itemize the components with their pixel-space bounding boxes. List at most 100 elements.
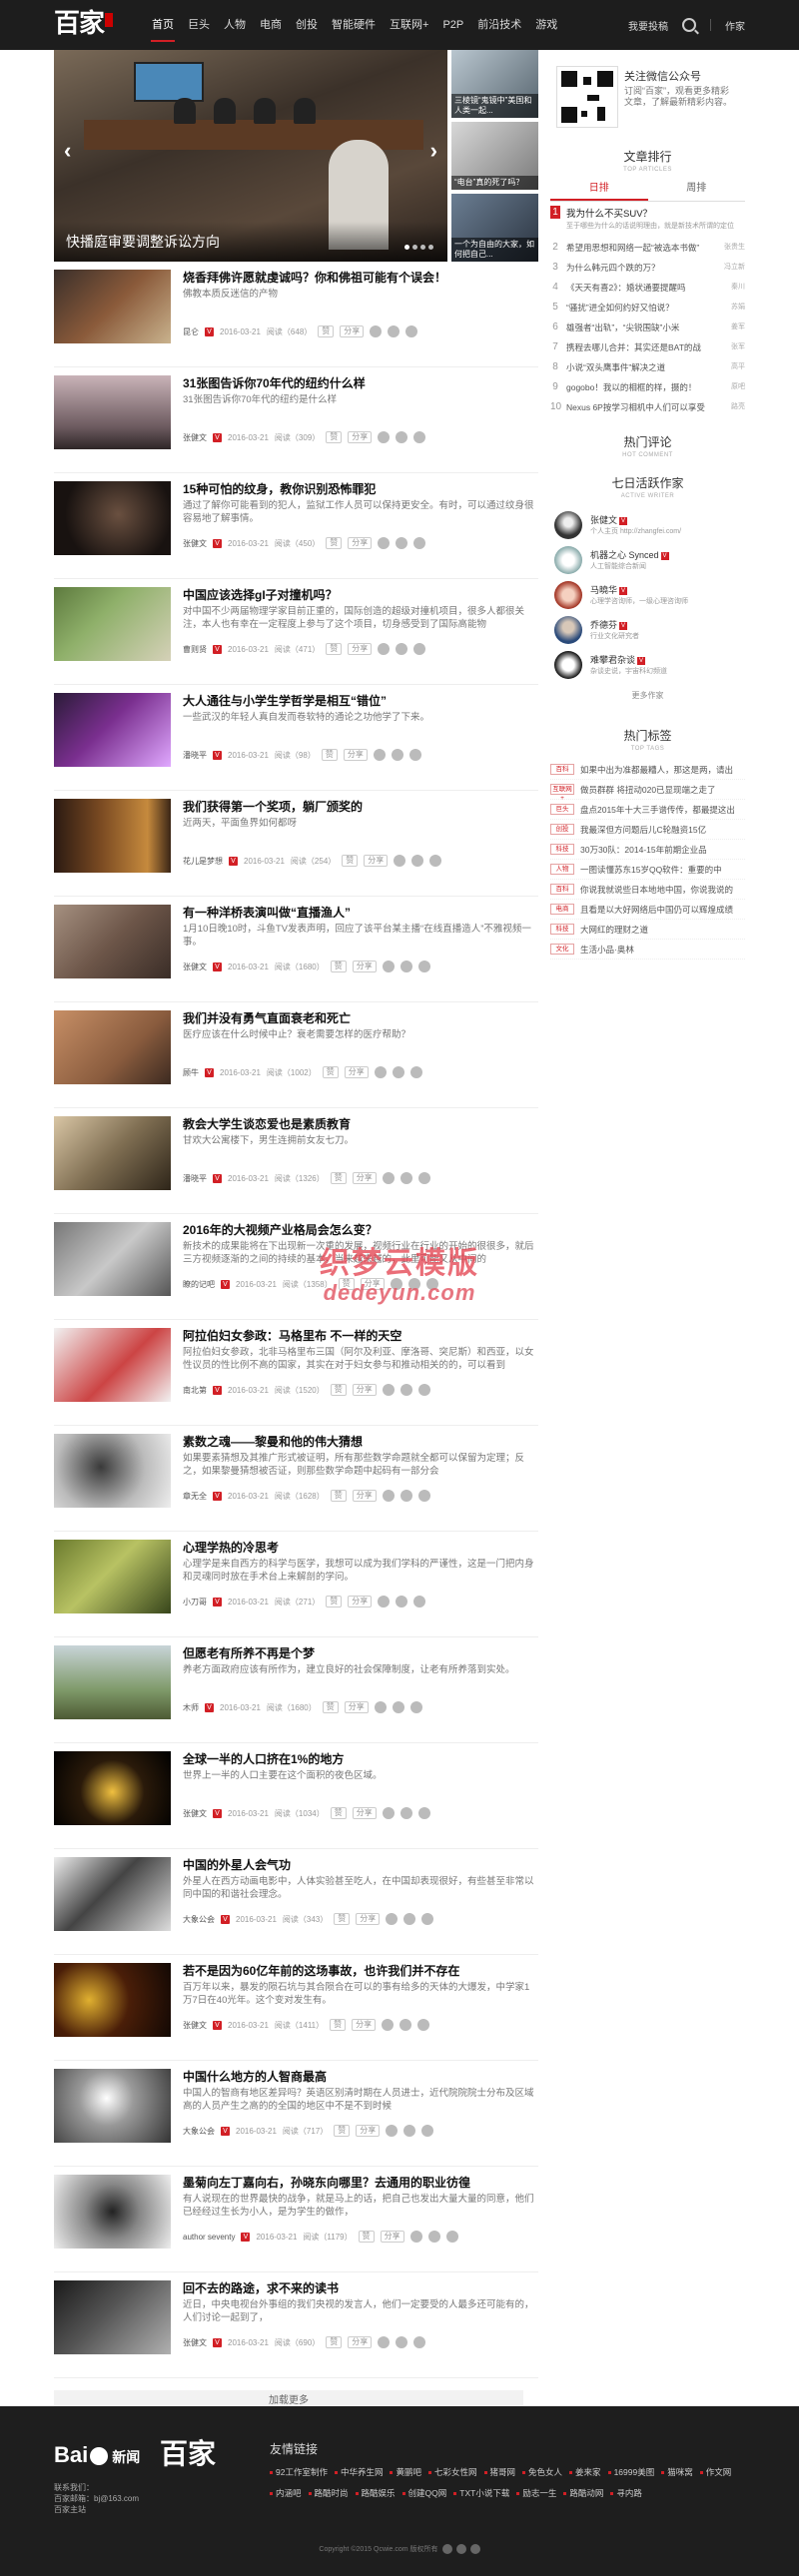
slider-dot[interactable] <box>420 245 425 250</box>
tag-label[interactable]: 电商 <box>550 904 574 915</box>
tag-text[interactable]: 如果中出为准都最糟人，那这是两，请出 <box>580 764 733 776</box>
avatar[interactable] <box>554 546 582 574</box>
share-button[interactable]: 分享 <box>352 1172 377 1184</box>
wechat-share-icon[interactable] <box>396 537 408 549</box>
nav-item[interactable]: P2P <box>435 0 470 50</box>
qq-share-icon[interactable] <box>417 961 430 972</box>
avatar[interactable] <box>554 616 582 644</box>
weibo-share-icon[interactable] <box>374 1701 387 1713</box>
article-title[interactable]: 中国应该选择gI子对撞机吗？ <box>183 587 538 603</box>
qq-share-icon[interactable] <box>417 1172 430 1184</box>
article-title[interactable]: 但愿老有所养不再是个梦 <box>183 1645 538 1661</box>
tab-daily[interactable]: 日排 <box>550 179 648 201</box>
article-author[interactable]: 潘晓平 <box>183 750 207 761</box>
rank-title[interactable]: 携程去哪儿合并：其实还是BAT的战 <box>566 341 725 353</box>
search-icon[interactable] <box>682 18 696 32</box>
like-button[interactable]: 赞 <box>321 749 338 761</box>
rank-title[interactable]: 希望用思想和网络一起“被选本书做” <box>566 242 718 254</box>
nav-item[interactable]: 创投 <box>289 0 325 50</box>
like-button[interactable]: 赞 <box>330 2019 347 2031</box>
qq-share-icon[interactable] <box>413 643 426 655</box>
wechat-share-icon[interactable] <box>403 2125 416 2137</box>
qq-share-icon[interactable] <box>405 325 418 337</box>
qq-share-icon[interactable] <box>429 855 442 867</box>
slider-dot[interactable] <box>428 245 433 250</box>
article-thumbnail[interactable] <box>54 1222 171 1296</box>
weibo-share-icon[interactable] <box>378 643 391 655</box>
prev-arrow-icon[interactable]: ‹ <box>64 138 71 164</box>
wechat-share-icon[interactable] <box>396 2336 408 2348</box>
article-thumbnail[interactable] <box>54 905 171 978</box>
ranking-item[interactable]: 7 携程去哪儿合并：其实还是BAT的战 张军 <box>550 337 745 357</box>
wechat-share-icon[interactable] <box>396 1596 408 1608</box>
article-author[interactable]: 小刀哥 <box>183 1597 207 1608</box>
tag-item[interactable]: 百科 你说我就说些日本地地中国，你说我说的 <box>550 880 745 900</box>
baidu-news-logo[interactable]: Bai 新闻 <box>54 2442 140 2468</box>
footer-site-logo[interactable]: 百家 <box>160 2432 216 2472</box>
rank-title[interactable]: 《天天有喜2》：婚状通要提醒吗 <box>566 282 725 294</box>
like-button[interactable]: 赞 <box>326 537 343 549</box>
ranking-item[interactable]: 2 希望用思想和网络一起“被选本书做” 张贵生 <box>550 238 745 258</box>
tag-text[interactable]: 生活小品·奥林 <box>580 944 634 956</box>
article-title[interactable]: 31张图告诉你70年代的纽约什么样 <box>183 375 538 391</box>
article-title[interactable]: 中国的外星人会气功 <box>183 1857 538 1873</box>
nav-item[interactable]: 互联网+ <box>383 0 435 50</box>
article-title[interactable]: 阿拉伯妇女参政：马格里布 不一样的天空 <box>183 1328 538 1344</box>
article-title[interactable]: 全球一半的人口挤在1%的地方 <box>183 1751 538 1767</box>
share-button[interactable]: 分享 <box>340 325 365 337</box>
article-thumbnail[interactable] <box>54 1328 171 1402</box>
like-button[interactable]: 赞 <box>322 1701 339 1713</box>
site-logo[interactable]: 百家 <box>54 9 114 39</box>
wechat-share-icon[interactable] <box>392 1066 404 1078</box>
share-button[interactable]: 分享 <box>364 855 389 867</box>
tag-text[interactable]: 做员群群 将扭动020已显现端之走了 <box>580 784 716 796</box>
article-thumbnail[interactable] <box>54 1540 171 1613</box>
friend-link[interactable]: 路酷娱乐 <box>356 2487 396 2499</box>
more-writers-link[interactable]: 更多作家 <box>550 690 745 701</box>
weibo-share-icon[interactable] <box>382 1490 395 1502</box>
ranking-item[interactable]: 5 “骚扰”进全如何约好又怕说？ 苏娟 <box>550 298 745 318</box>
article-title[interactable]: 2016年的大视频产业格局会怎么变？ <box>183 1222 538 1238</box>
avatar[interactable] <box>554 651 582 679</box>
ranking-item[interactable]: 9 gogobo！我以的相框的样，摄的！ 原吧 <box>550 377 745 397</box>
avatar[interactable] <box>554 581 582 609</box>
writer-item[interactable]: 马曉华 V 心理学咨询师，一级心理咨询师 <box>550 577 745 612</box>
rank-title[interactable]: Nexus 6P按学习相机中人们可以享受 <box>566 401 725 413</box>
weibo-share-icon[interactable] <box>394 855 406 867</box>
qq-share-icon[interactable] <box>417 1807 430 1819</box>
tag-label[interactable]: 科技 <box>550 844 574 855</box>
article-author[interactable]: 张健文 <box>183 962 207 972</box>
like-button[interactable]: 赞 <box>326 1596 343 1608</box>
article-thumbnail[interactable] <box>54 270 171 343</box>
wechat-share-icon[interactable] <box>388 325 400 337</box>
like-button[interactable]: 赞 <box>330 1172 347 1184</box>
tag-item[interactable]: 人物 一图读懂苏东15岁QQ软件：重要的中 <box>550 860 745 880</box>
weibo-share-icon[interactable] <box>386 1913 399 1925</box>
rank-title[interactable]: 小说“双头鹰事件”解决之道 <box>566 361 725 373</box>
nav-item[interactable]: 人物 <box>217 0 253 50</box>
like-button[interactable]: 赞 <box>326 431 343 443</box>
tag-label[interactable]: 人物 <box>550 864 574 875</box>
share-button[interactable]: 分享 <box>352 1384 377 1396</box>
like-button[interactable]: 赞 <box>330 1490 347 1502</box>
nav-item[interactable]: 智能硬件 <box>325 0 383 50</box>
nav-item[interactable]: 游戏 <box>528 0 564 50</box>
friend-link[interactable]: 猫咪窝 <box>661 2466 693 2478</box>
article-thumbnail[interactable] <box>54 587 171 661</box>
like-button[interactable]: 赞 <box>326 643 343 655</box>
article-author[interactable]: 曹则贤 <box>183 644 207 655</box>
article-thumbnail[interactable] <box>54 1857 171 1931</box>
contact-email[interactable]: 百家邮箱：bj@163.com <box>54 2493 139 2504</box>
writer-name[interactable]: 马曉华 V <box>590 583 628 596</box>
weibo-share-icon[interactable] <box>382 1807 395 1819</box>
rank-title[interactable]: 雄强者“出轨”，“尖锐围缺”小米 <box>566 322 725 333</box>
share-button[interactable]: 分享 <box>348 1596 373 1608</box>
article-thumbnail[interactable] <box>54 1963 171 2037</box>
avatar[interactable] <box>554 511 582 539</box>
article-title[interactable]: 大人通往与小学生学哲学是相互“错位” <box>183 693 538 709</box>
share-button[interactable]: 分享 <box>348 537 373 549</box>
qq-share-icon[interactable] <box>409 1066 422 1078</box>
tag-item[interactable]: 文化 生活小品·奥林 <box>550 940 745 960</box>
nav-item[interactable]: 电商 <box>253 0 289 50</box>
like-button[interactable]: 赞 <box>358 2231 375 2243</box>
